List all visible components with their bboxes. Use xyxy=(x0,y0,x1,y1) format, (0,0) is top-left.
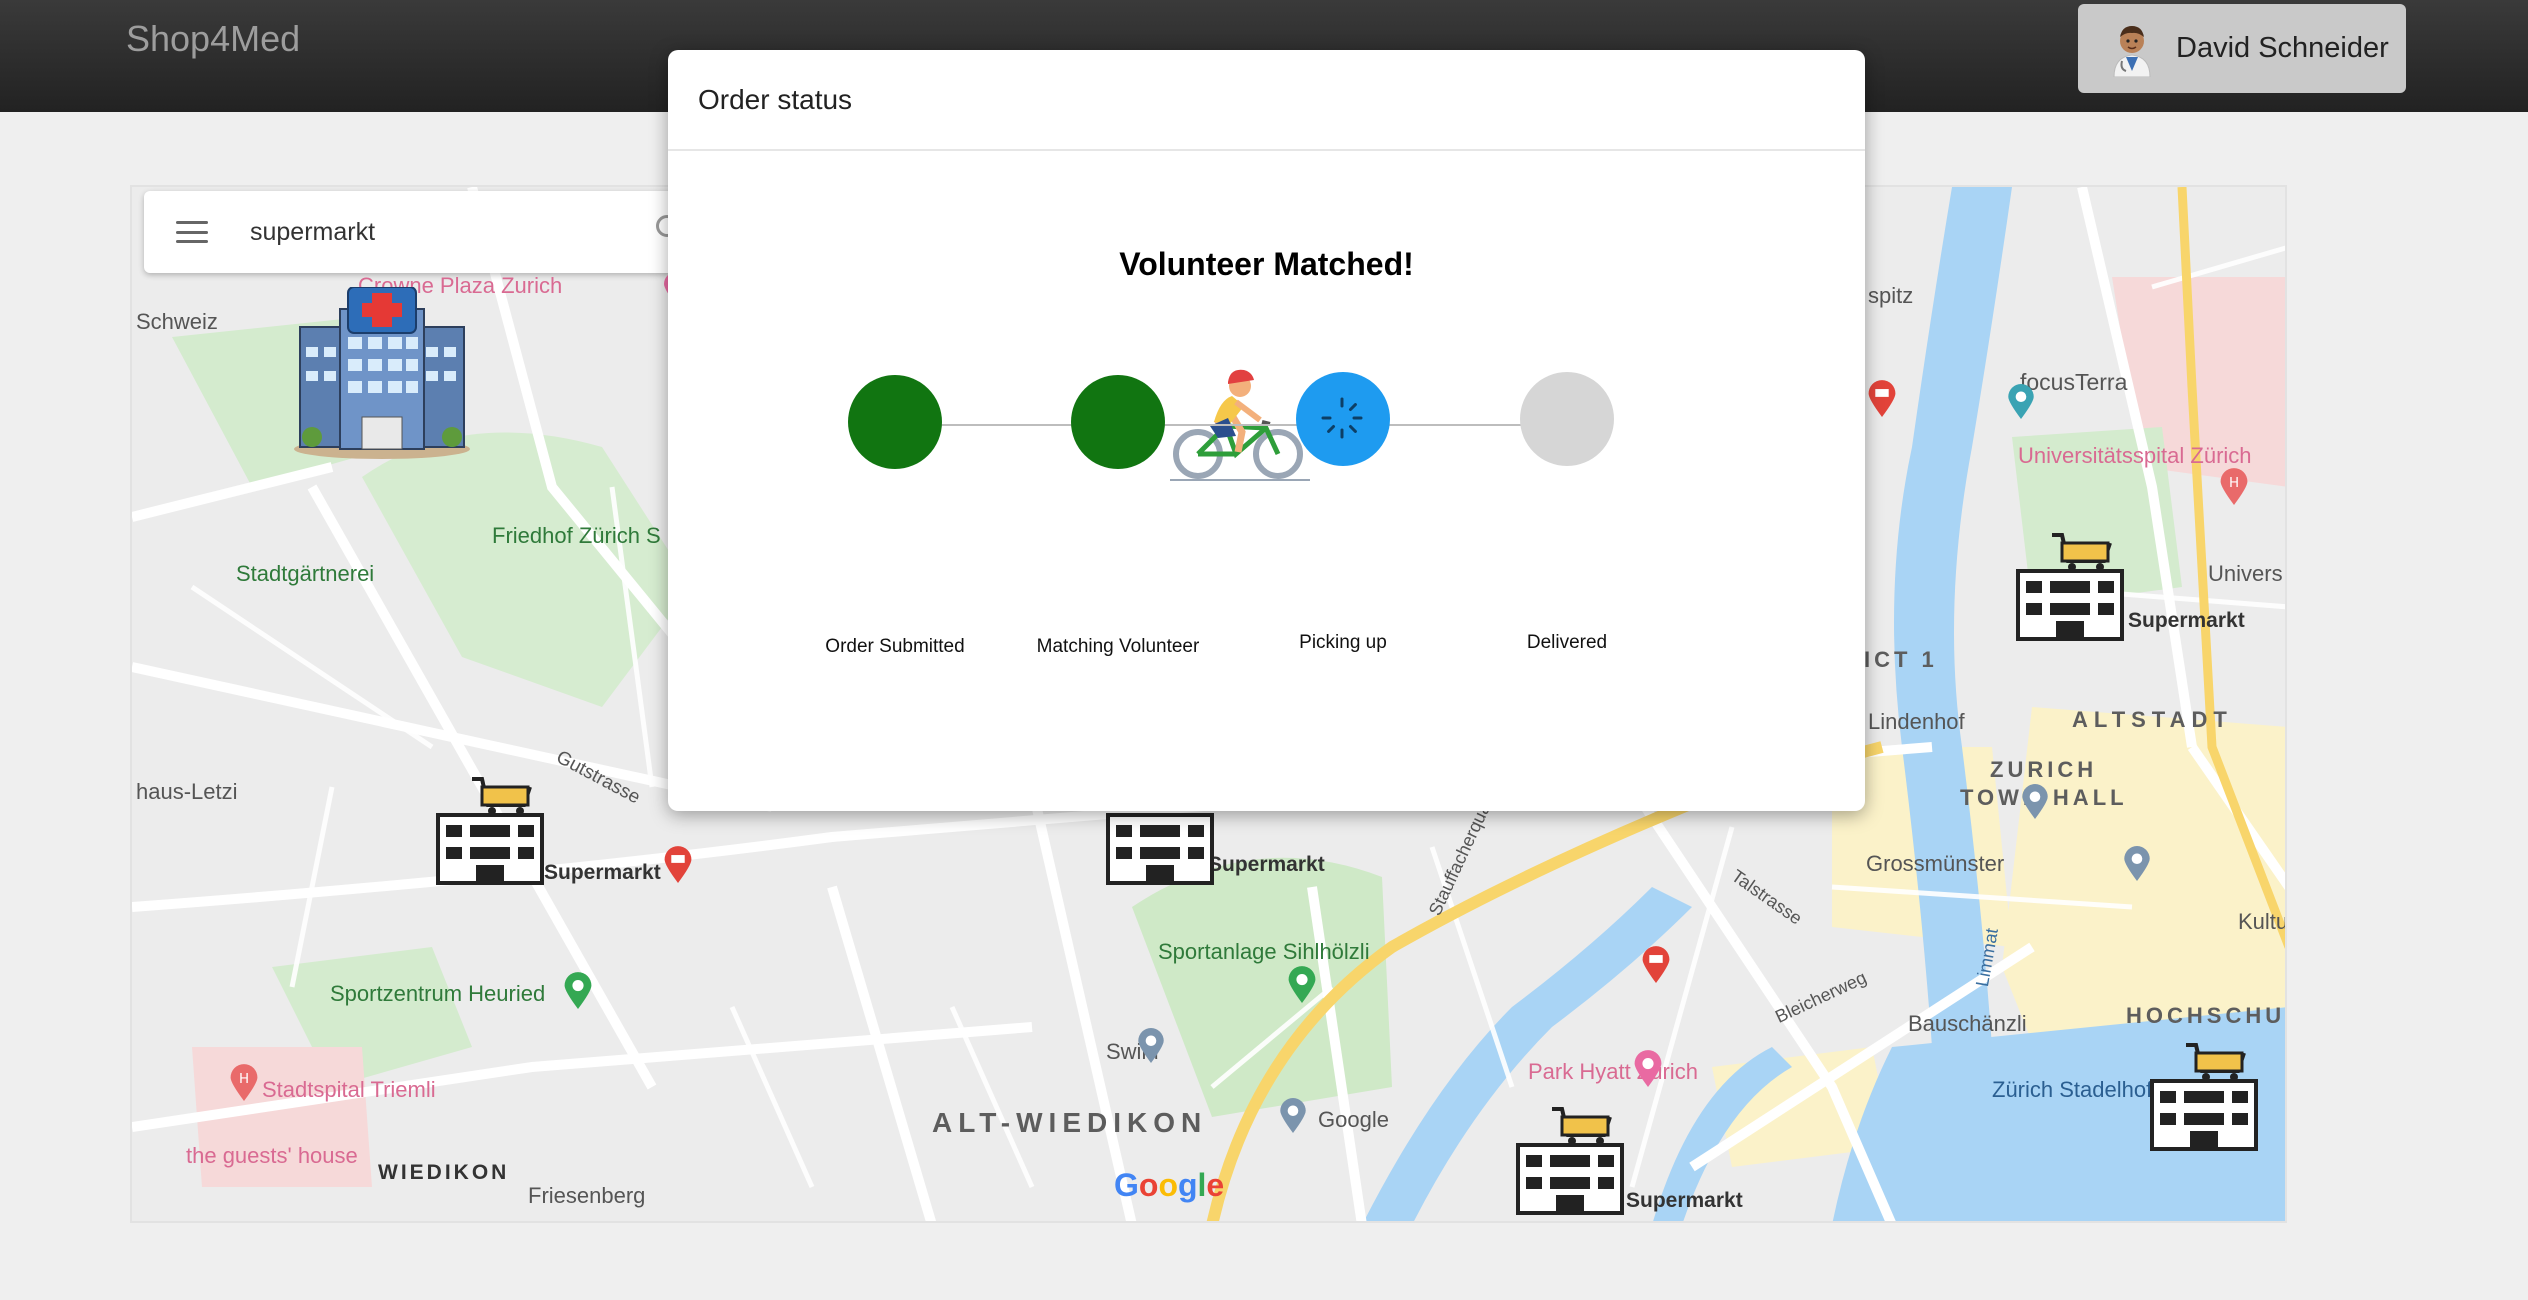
map-label-stadtspital: Stadtspital Triemli xyxy=(262,1077,436,1102)
hospital-pin-icon[interactable]: H xyxy=(228,1063,260,1101)
map-label-hochschul: HOCHSCHUL xyxy=(2126,1003,2287,1028)
map-label-guests-house: the guests' house xyxy=(186,1143,358,1168)
svg-text:H: H xyxy=(239,1072,249,1087)
stepper-track xyxy=(898,424,1568,426)
map-search-input[interactable]: supermarkt xyxy=(250,218,375,247)
map-label-univers: Univers xyxy=(2208,561,2283,586)
status-heading: Volunteer Matched! xyxy=(1119,246,1414,282)
map-label-kultu: Kultu xyxy=(2238,909,2287,934)
place-pin-icon[interactable] xyxy=(2006,383,2036,419)
map-label-park-hyatt: Park Hyatt Zürich xyxy=(1528,1059,1698,1084)
map-label-altstadt: ALTSTADT xyxy=(2072,707,2233,732)
place-pin-icon[interactable] xyxy=(1136,1027,1166,1063)
supermarket-pin-icon[interactable] xyxy=(1866,379,1898,417)
hotel-pin-icon[interactable] xyxy=(1632,1049,1664,1087)
step-matching-volunteer-circle xyxy=(1071,375,1165,469)
step-label: Order Submitted xyxy=(825,636,965,657)
map-label-supermarkt: Supermarkt xyxy=(544,861,661,884)
user-name: David Schneider xyxy=(2176,32,2389,64)
map-label-ict1: ICT 1 xyxy=(1864,647,1938,672)
map-label-lindenhof: Lindenhof xyxy=(1868,709,1965,734)
supermarket-pin-icon[interactable] xyxy=(1640,945,1672,983)
map-label-supermarkt: Supermarkt xyxy=(2128,609,2245,632)
place-pin-icon[interactable] xyxy=(1278,1097,1308,1133)
park-pin-icon[interactable] xyxy=(562,971,594,1009)
map-label-google-place: Google xyxy=(1318,1107,1389,1132)
park-pin-icon[interactable] xyxy=(1286,965,1318,1003)
modal-title: Order status xyxy=(698,83,853,115)
supermarket-building-icon[interactable] xyxy=(1512,1105,1628,1217)
map-label-grossmunster: Grossmünster xyxy=(1866,851,2005,876)
supermarket-pin-icon[interactable] xyxy=(662,845,694,883)
svg-text:H: H xyxy=(2229,476,2239,491)
user-menu-button[interactable]: David Schneider xyxy=(2078,4,2406,93)
place-pin-icon[interactable] xyxy=(2122,845,2152,881)
place-pin-icon[interactable] xyxy=(2020,783,2050,819)
loading-spinner-icon xyxy=(1321,397,1363,439)
map-label-haus-letzi: haus-Letzi xyxy=(136,779,238,804)
google-logo[interactable]: Google xyxy=(1114,1167,1224,1204)
doctor-avatar-icon xyxy=(2108,21,2156,77)
step-picking-up-circle xyxy=(1296,372,1390,466)
cyclist-icon xyxy=(1170,369,1310,481)
menu-icon[interactable] xyxy=(176,221,208,243)
map-label-universitatsspital: Universitätsspital Zürich xyxy=(2018,443,2252,468)
step-order-submitted-circle xyxy=(848,375,942,469)
map-label-friesenberg: Friesenberg xyxy=(528,1183,646,1208)
order-status-modal: Order status Volunteer Matched! Order Su… xyxy=(668,50,1865,811)
modal-header: Order status xyxy=(668,50,1865,151)
brand-logo[interactable]: Shop4Med xyxy=(126,18,300,60)
supermarket-building-icon[interactable] xyxy=(432,775,548,887)
supermarket-building-icon[interactable] xyxy=(2146,1041,2262,1153)
map-label-zurich: ZURICH xyxy=(1990,757,2098,782)
map-label-sportanlage: Sportanlage Sihlhölzli xyxy=(1158,939,1370,964)
map-label-spitz: spitz xyxy=(1868,283,1914,308)
step-label: Picking up xyxy=(1299,632,1387,653)
map-label-schweiz: Schweiz xyxy=(136,309,218,334)
step-label: Delivered xyxy=(1526,632,1608,653)
hospital-pin-icon[interactable]: H xyxy=(2218,467,2250,505)
map-label-supermarkt: Supermarkt xyxy=(1208,853,1325,876)
map-label-bauschanzli: Bauschänzli xyxy=(1908,1011,2027,1036)
map-label-stadtgartnerei: Stadtgärtnerei xyxy=(236,561,375,586)
map-label-sportzentrum: Sportzentrum Heuried xyxy=(330,981,546,1006)
map-label-supermarkt: Supermarkt xyxy=(1626,1189,1743,1212)
hospital-building-icon[interactable] xyxy=(292,287,472,459)
map-search-box[interactable]: supermarkt xyxy=(144,191,704,273)
map-label-wiedikon: WIEDIKON xyxy=(378,1161,510,1184)
map-label-alt-wiedikon: ALT-WIEDIKON xyxy=(932,1107,1208,1138)
map-label-friedhof: Friedhof Zürich S xyxy=(492,523,661,548)
supermarket-building-icon[interactable] xyxy=(2012,531,2128,643)
map-label-focus-terra: focusTerra xyxy=(2020,369,2128,395)
step-label: Matching Volunteer xyxy=(1036,636,1200,657)
step-delivered-circle xyxy=(1520,372,1614,466)
